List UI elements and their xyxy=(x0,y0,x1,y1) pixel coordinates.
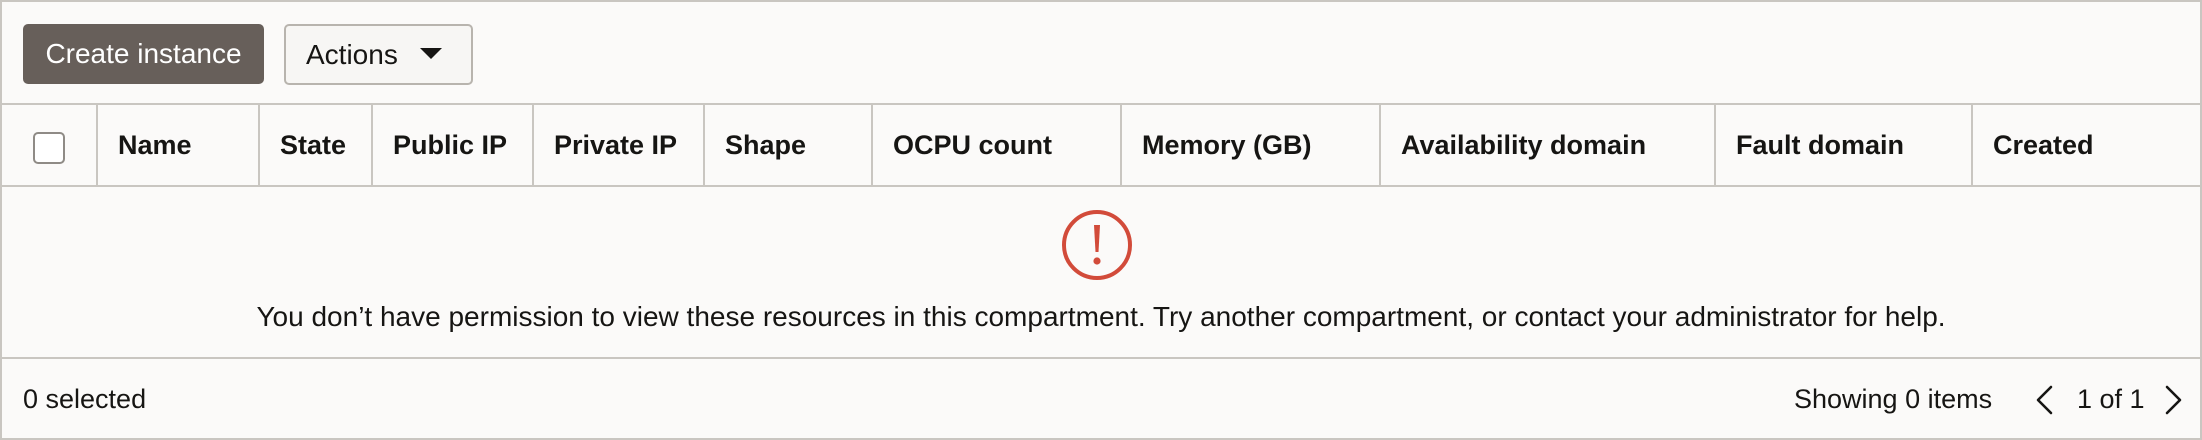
items-count: Showing 0 items xyxy=(1794,384,1993,414)
table-header: Name State Public IP Private IP Shape OC… xyxy=(2,103,2200,187)
instances-panel: Create instance Actions Name State Publi… xyxy=(0,0,2202,440)
column-header-name[interactable]: Name xyxy=(96,105,258,185)
actions-menu-button[interactable]: Actions xyxy=(284,24,473,85)
column-header-private-ip[interactable]: Private IP xyxy=(532,105,703,185)
select-all-cell xyxy=(2,105,96,185)
column-header-memory[interactable]: Memory (GB) xyxy=(1120,105,1379,185)
select-all-checkbox[interactable] xyxy=(33,132,65,164)
page-indicator: 1 of 1 xyxy=(2077,384,2145,414)
exclamation-circle-icon xyxy=(1062,210,1132,280)
column-header-shape[interactable]: Shape xyxy=(703,105,871,185)
toolbar: Create instance Actions xyxy=(2,2,2200,103)
empty-state: You don’t have permission to view these … xyxy=(2,187,2200,359)
actions-label: Actions xyxy=(306,39,398,70)
selected-count: 0 selected xyxy=(23,384,147,414)
column-header-fault-domain[interactable]: Fault domain xyxy=(1714,105,1971,185)
caret-down-icon xyxy=(420,48,442,59)
permission-message: You don’t have permission to view these … xyxy=(256,301,1946,332)
chevron-left-icon[interactable] xyxy=(2032,385,2058,415)
column-header-ocpu-count[interactable]: OCPU count xyxy=(871,105,1120,185)
table-footer: 0 selected Showing 0 items 1 of 1 xyxy=(2,359,2200,438)
create-instance-button[interactable]: Create instance xyxy=(23,24,264,84)
column-header-created[interactable]: Created xyxy=(1971,105,2200,185)
column-header-state[interactable]: State xyxy=(258,105,371,185)
column-header-public-ip[interactable]: Public IP xyxy=(371,105,532,185)
column-header-availability-domain[interactable]: Availability domain xyxy=(1379,105,1714,185)
chevron-right-icon[interactable] xyxy=(2160,385,2186,415)
